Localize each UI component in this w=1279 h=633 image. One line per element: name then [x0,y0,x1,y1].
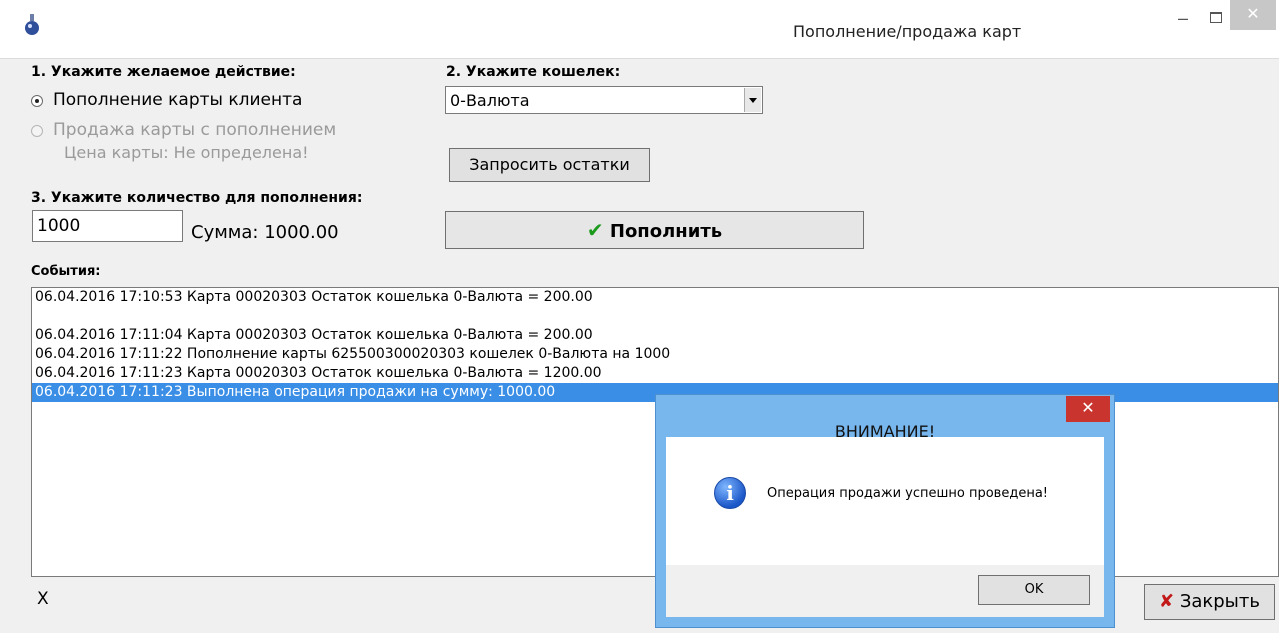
info-icon: i [714,477,746,509]
close-button-label: Закрыть [1179,591,1260,612]
radio-sell-label: Продажа карты с пополнением [53,120,337,140]
flask-icon [25,14,39,35]
log-line[interactable]: 06.04.2016 17:10:53 Карта 00020303 Остат… [32,288,1278,307]
status-text: X [37,589,49,609]
step3-label: 3. Укажите количество для пополнения: [31,190,363,206]
topup-button[interactable]: ✔ Пополнить [445,211,864,249]
sum-text: Сумма: 1000.00 [191,222,339,243]
topup-button-label: Пополнить [609,221,723,242]
wallet-select[interactable]: 0-Валюта [445,86,763,114]
maximize-icon [1210,12,1222,23]
minimize-button[interactable]: – [1169,8,1197,28]
radio-refill[interactable] [31,95,43,107]
ok-button[interactable]: OK [978,575,1090,605]
close-x-icon: ✘ [1158,591,1175,612]
events-label: События: [31,264,101,279]
checkmark-icon: ✔ [586,218,604,242]
log-line[interactable]: 06.04.2016 17:11:22 Пополнение карты 625… [32,345,1278,364]
dialog-body: i Операция продажи успешно проведена! OK [666,437,1104,617]
step1-label: 1. Укажите желаемое действие: [31,64,296,80]
query-balance-button[interactable]: Запросить остатки [449,148,650,182]
dialog-content: i Операция продажи успешно проведена! [666,437,1104,565]
quantity-input[interactable]: 1000 [32,210,183,242]
maximize-button[interactable] [1202,8,1230,28]
log-line[interactable]: 06.04.2016 17:11:23 Карта 00020303 Остат… [32,364,1278,383]
close-button[interactable]: ✘ Закрыть [1144,584,1275,620]
step2-label: 2. Укажите кошелек: [446,64,621,80]
dialog-message: Операция продажи успешно проведена! [767,486,1048,501]
wallet-select-value: 0-Валюта [450,91,530,110]
alert-dialog: ВНИМАНИЕ! ✕ i Операция продажи успешно п… [655,394,1115,628]
card-price-text: Цена карты: Не определена! [64,143,309,162]
radio-refill-label[interactable]: Пополнение карты клиента [53,90,302,110]
radio-sell[interactable] [31,125,43,137]
window-title: Пополнение/продажа карт [793,22,1022,41]
log-line[interactable] [32,307,1278,326]
title-bar: Пополнение/продажа карт – ✕ [0,0,1279,59]
chevron-down-icon[interactable] [744,88,761,112]
window-close-button[interactable]: ✕ [1230,0,1276,30]
log-line[interactable]: 06.04.2016 17:11:04 Карта 00020303 Остат… [32,326,1278,345]
dialog-close-button[interactable]: ✕ [1066,396,1110,422]
